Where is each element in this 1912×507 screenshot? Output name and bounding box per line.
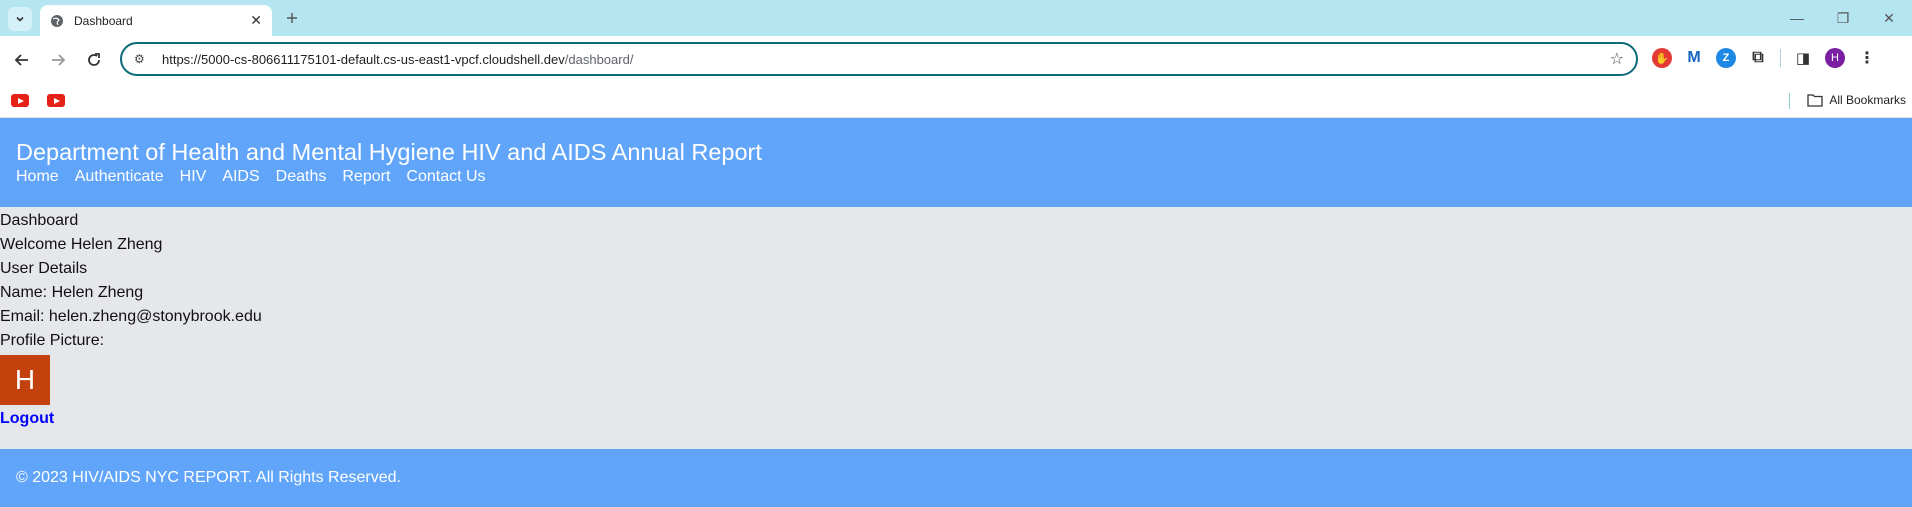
close-tab-icon[interactable]: ✕ <box>250 12 262 29</box>
nav-deaths[interactable]: Deaths <box>276 167 327 187</box>
close-window-icon[interactable]: ✕ <box>1866 0 1912 36</box>
address-bar[interactable]: ⚙ https://5000-cs-806611175101-default.c… <box>120 42 1638 76</box>
arrow-right-icon <box>52 54 66 66</box>
all-bookmarks-label: All Bookmarks <box>1829 93 1906 107</box>
minimize-icon[interactable]: — <box>1774 0 1820 36</box>
adblock-icon[interactable]: ✋ <box>1652 48 1672 68</box>
user-email: Email: helen.zheng@stonybrook.edu <box>0 308 262 325</box>
bookmark-star-icon[interactable]: ☆ <box>1610 49 1624 69</box>
plus-icon <box>287 13 297 23</box>
nav-contact-us[interactable]: Contact Us <box>406 167 485 187</box>
footer-copyright: © 2023 HIV/AIDS NYC REPORT. All Rights R… <box>16 469 401 486</box>
youtube-bookmark-icon[interactable] <box>11 94 29 107</box>
nav-authenticate[interactable]: Authenticate <box>75 167 164 187</box>
url-text[interactable]: https://5000-cs-806611175101-default.cs-… <box>162 52 1610 67</box>
browser-tab-bar: Dashboard ✕ — ❐ ✕ <box>0 0 1912 36</box>
user-details-heading: User Details <box>0 260 88 277</box>
malwarebytes-icon[interactable]: M <box>1684 48 1704 68</box>
url-host: https://5000-cs-806611175101-default.cs-… <box>162 51 565 67</box>
bookmarks-bar: All Bookmarks <box>0 84 1912 118</box>
profile-picture-label: Profile Picture: <box>0 332 105 349</box>
bookmarks-divider <box>1789 93 1790 109</box>
arrow-left-icon <box>14 54 28 66</box>
restore-icon[interactable]: ❐ <box>1820 0 1866 36</box>
tab-search-button[interactable] <box>8 7 32 31</box>
reload-icon <box>88 53 100 66</box>
tab-dashboard[interactable]: Dashboard ✕ <box>40 5 272 36</box>
globe-icon <box>51 14 63 27</box>
browser-toolbar: ⚙ https://5000-cs-806611175101-default.c… <box>0 36 1912 84</box>
nav-aids[interactable]: AIDS <box>222 167 259 187</box>
toolbar-divider <box>1780 49 1781 67</box>
page-title: Dashboard <box>0 212 79 229</box>
side-panel-icon[interactable]: ◨ <box>1793 48 1813 68</box>
logout-link[interactable]: Logout <box>0 407 54 431</box>
site-header: Department of Health and Mental Hygiene … <box>0 118 1912 207</box>
tab-title: Dashboard <box>74 13 133 28</box>
site-nav: Home Authenticate HIV AIDS Deaths Report… <box>16 167 1896 187</box>
back-button[interactable] <box>8 46 36 74</box>
chevron-down-icon <box>16 16 24 22</box>
nav-report[interactable]: Report <box>342 167 390 187</box>
reload-button[interactable] <box>80 46 108 74</box>
new-tab-button[interactable] <box>282 8 302 28</box>
zoom-icon[interactable]: Z <box>1716 48 1736 68</box>
url-path: /dashboard/ <box>564 51 634 67</box>
forward-button[interactable] <box>44 46 72 74</box>
welcome-message: Welcome Helen Zheng <box>0 236 163 253</box>
site-title: Department of Health and Mental Hygiene … <box>16 139 762 165</box>
menu-icon[interactable]: ⋮ <box>1857 48 1877 68</box>
window-controls: — ❐ ✕ <box>1774 0 1912 36</box>
site-settings-icon[interactable]: ⚙ <box>134 52 154 66</box>
nav-home[interactable]: Home <box>16 167 59 187</box>
extensions-area: ✋ M Z ⧉ ◨ H ⋮ <box>1652 48 1877 68</box>
dashboard-content: Dashboard Welcome Helen Zheng User Detai… <box>0 207 1912 449</box>
youtube-bookmark-icon[interactable] <box>47 94 65 107</box>
profile-avatar[interactable]: H <box>1825 48 1845 68</box>
folder-icon <box>1807 94 1823 107</box>
all-bookmarks-button[interactable]: All Bookmarks <box>1807 93 1906 107</box>
puzzle-icon[interactable]: ⧉ <box>1748 48 1768 68</box>
site-footer: © 2023 HIV/AIDS NYC REPORT. All Rights R… <box>0 449 1912 507</box>
profile-picture: H <box>0 355 50 405</box>
nav-hiv[interactable]: HIV <box>180 167 207 187</box>
user-name: Name: Helen Zheng <box>0 284 144 301</box>
